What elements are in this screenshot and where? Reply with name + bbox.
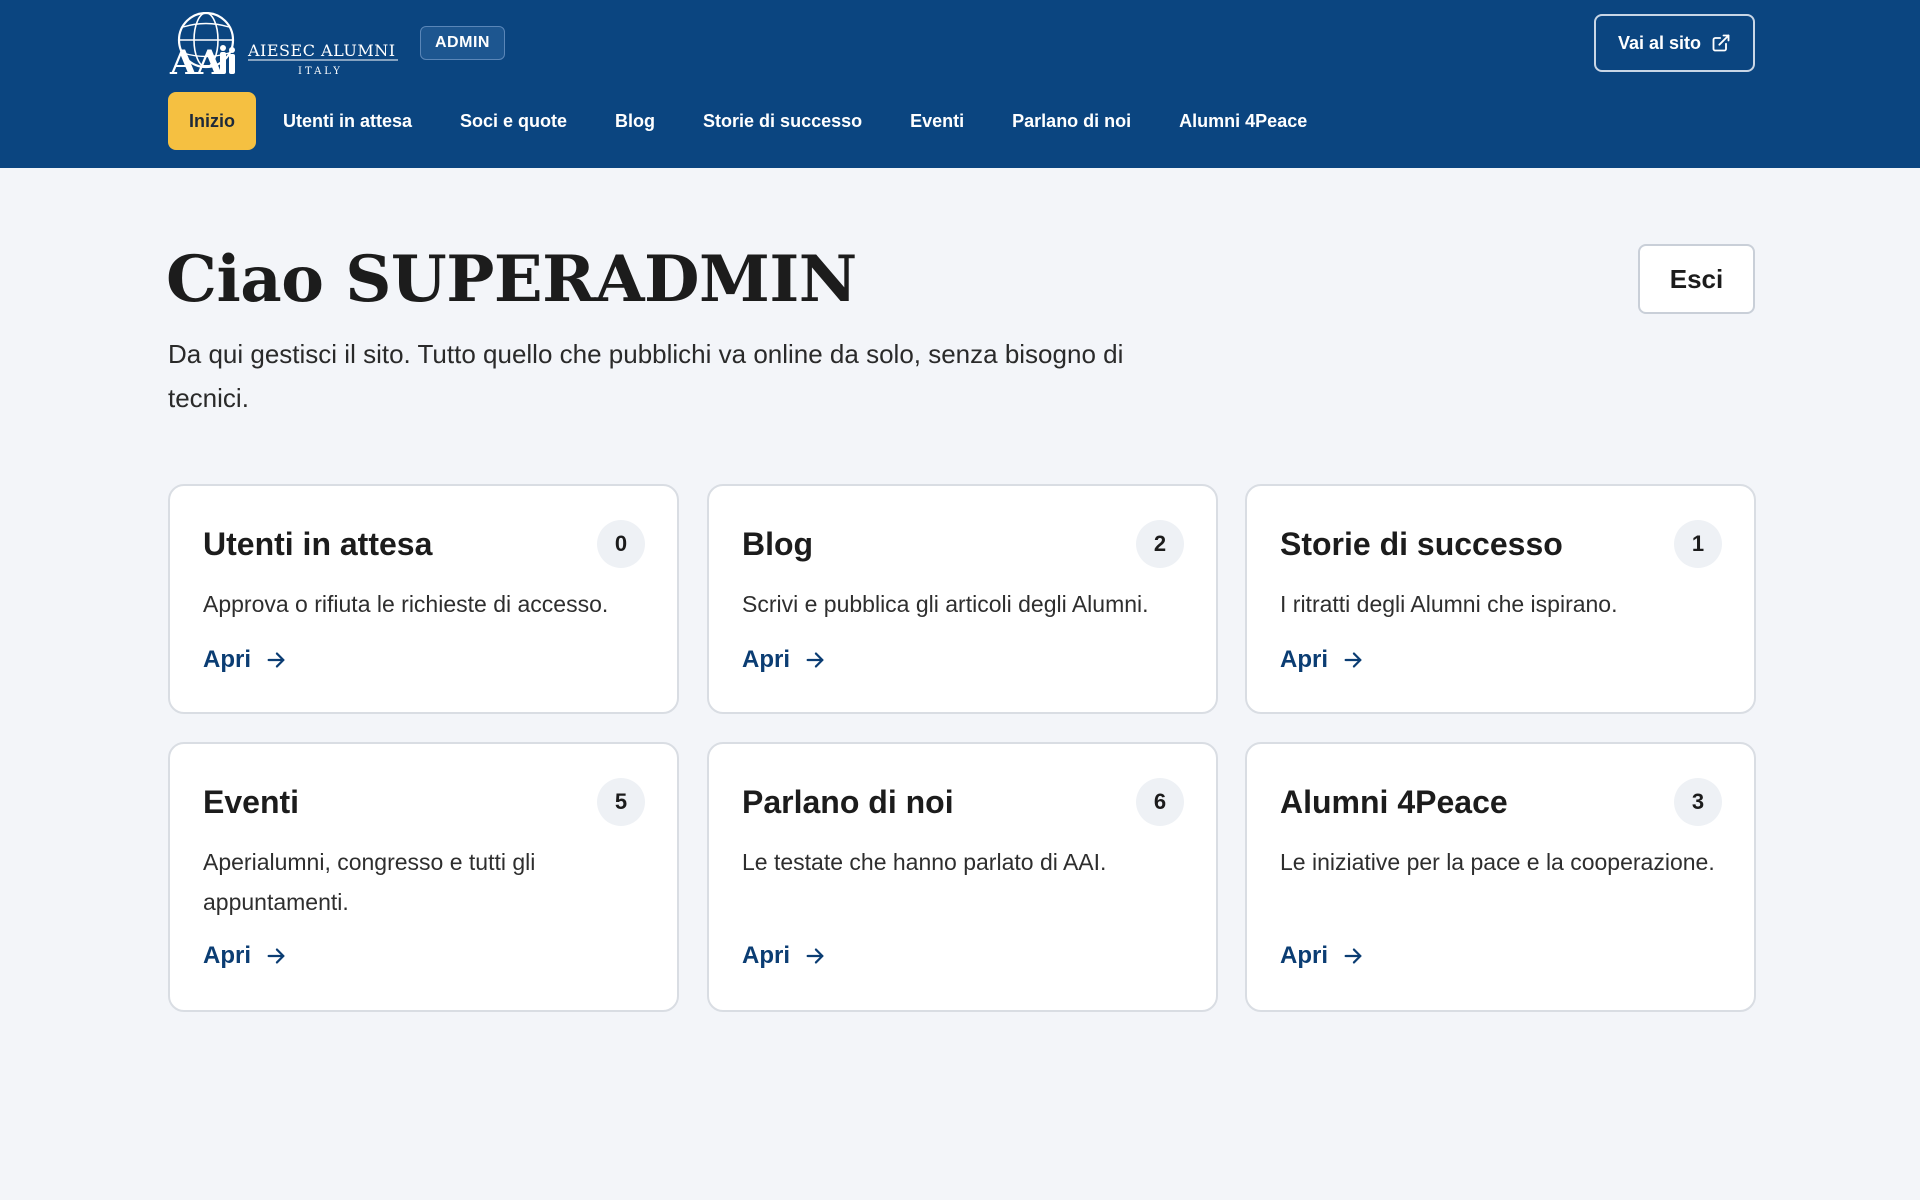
count-badge: 5 <box>597 778 645 826</box>
arrow-right-icon <box>806 652 824 668</box>
open-link[interactable]: Apri <box>742 942 826 970</box>
external-link-icon <box>1712 34 1730 52</box>
card-title: Parlano di noi <box>742 784 954 820</box>
logout-button[interactable]: Esci <box>1638 244 1755 314</box>
svg-text:ITALY: ITALY <box>298 66 343 77</box>
open-link[interactable]: Apri <box>1280 942 1364 970</box>
arrow-right-icon <box>267 652 285 668</box>
intro-text: Da qui gestisci il sito. Tutto quello ch… <box>168 339 1124 413</box>
card-description: I ritratti degli Alumni che ispirano. <box>1280 591 1618 617</box>
arrow-right-icon <box>267 948 285 964</box>
card-alumni-4peace[interactable]: Alumni 4Peace 3 Le iniziative per la pac… <box>1245 742 1756 1012</box>
visit-site-button[interactable]: Vai al sito <box>1594 14 1755 72</box>
card-title: Eventi <box>203 784 300 820</box>
open-link[interactable]: Apri <box>203 646 287 674</box>
card-description: Le iniziative per la pace e la cooperazi… <box>1280 849 1715 875</box>
arrow-right-icon <box>1344 652 1362 668</box>
visit-site-label: Vai al sito <box>1617 32 1702 53</box>
card-description: Approva o rifiuta le richieste di access… <box>203 591 609 617</box>
card-blog[interactable]: Blog 2 Scrivi e pubblica gli articoli de… <box>707 484 1218 714</box>
top-header: AA AIESEC ALUMNI ITALY ADMIN Vai al sito… <box>0 0 1920 168</box>
open-link-label: Apri <box>742 942 790 969</box>
open-link-label: Apri <box>203 646 251 673</box>
card-description: Le testate che hanno parlato di AAI. <box>742 849 1107 875</box>
open-link-label: Apri <box>203 942 251 969</box>
aiesec-alumni-logo[interactable]: AA AIESEC ALUMNI ITALY <box>168 12 406 78</box>
count-badge: 2 <box>1136 520 1184 568</box>
arrow-right-icon <box>806 948 824 964</box>
nav-item-blog[interactable]: Blog <box>594 92 676 150</box>
nav-item-storie-di-successo[interactable]: Storie di successo <box>682 92 883 150</box>
card-title: Utenti in attesa <box>203 526 433 562</box>
nav-item-alumni-4peace[interactable]: Alumni 4Peace <box>1158 92 1328 150</box>
nav-item-inizio[interactable]: Inizio <box>168 92 256 150</box>
card-storie-di-successo[interactable]: Storie di successo 1 I ritratti degli Al… <box>1245 484 1756 714</box>
open-link-label: Apri <box>1280 646 1328 673</box>
card-eventi[interactable]: Eventi 5 Aperialumni, congresso e tutti … <box>168 742 679 1012</box>
arrow-right-icon <box>1344 948 1362 964</box>
svg-text:AIESEC ALUMNI: AIESEC ALUMNI <box>247 41 396 60</box>
admin-badge: ADMIN <box>420 26 505 60</box>
open-link-label: Apri <box>742 646 790 673</box>
open-link[interactable]: Apri <box>742 646 826 674</box>
svg-text:AA: AA <box>169 43 223 78</box>
card-title: Blog <box>742 526 814 562</box>
nav-item-eventi[interactable]: Eventi <box>889 92 985 150</box>
card-utenti-in-attesa[interactable]: Utenti in attesa 0 Approva o rifiuta le … <box>168 484 679 714</box>
main-nav: Inizio Utenti in attesa Soci e quote Blo… <box>168 92 1334 150</box>
count-badge: 3 <box>1674 778 1722 826</box>
open-link[interactable]: Apri <box>1280 646 1364 674</box>
count-badge: 0 <box>597 520 645 568</box>
card-title: Storie di successo <box>1280 526 1563 562</box>
page-title: Ciao SUPERADMIN <box>166 242 857 317</box>
card-title: Alumni 4Peace <box>1280 784 1508 820</box>
open-link-label: Apri <box>1280 942 1328 969</box>
card-parlano-di-noi[interactable]: Parlano di noi 6 Le testate che hanno pa… <box>707 742 1218 1012</box>
card-description: Scrivi e pubblica gli articoli degli Alu… <box>742 591 1149 617</box>
count-badge: 6 <box>1136 778 1184 826</box>
count-badge: 1 <box>1674 520 1722 568</box>
card-description: Aperialumni, congresso e tutti gli appun… <box>203 849 536 915</box>
nav-item-parlano-di-noi[interactable]: Parlano di noi <box>991 92 1152 150</box>
nav-item-utenti-in-attesa[interactable]: Utenti in attesa <box>262 92 433 150</box>
nav-item-soci-e-quote[interactable]: Soci e quote <box>439 92 588 150</box>
open-link[interactable]: Apri <box>203 942 287 970</box>
